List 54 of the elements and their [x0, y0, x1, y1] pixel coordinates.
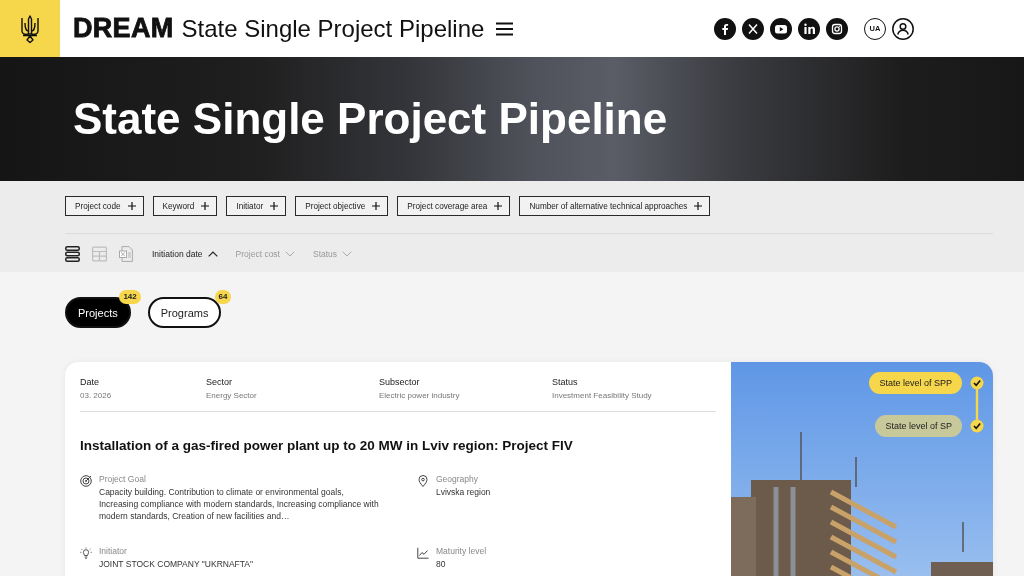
- facebook-icon[interactable]: [714, 17, 736, 40]
- level-pill: State level of SP: [875, 415, 962, 437]
- meta-label: Date: [80, 377, 100, 388]
- plus-icon: [201, 202, 210, 210]
- meta-label: Subsector: [379, 377, 421, 388]
- trident-icon: [20, 13, 40, 44]
- meta-value: Investment Feasibility Study: [552, 390, 653, 401]
- project-title[interactable]: Installation of a gas-fired power plant up to 20 MW in Lviv region: Project FIV: [80, 438, 716, 454]
- filter-button[interactable]: Initiator: [226, 196, 287, 216]
- meta-label: Sector: [206, 377, 233, 388]
- detail-label: Initiator: [99, 546, 128, 557]
- detail-value: 80: [436, 558, 447, 570]
- lightbulb-icon: [80, 547, 92, 559]
- logo-tile[interactable]: [0, 0, 60, 57]
- target-icon: [80, 475, 92, 487]
- video-play-icon[interactable]: [770, 17, 792, 40]
- chevron-up-icon: [207, 251, 218, 257]
- detail-label: Geography: [436, 474, 480, 485]
- project-card[interactable]: [65, 362, 731, 576]
- user-icon[interactable]: [892, 17, 914, 40]
- line-chart-icon: [417, 547, 429, 559]
- meta-value: 03. 2026: [80, 390, 113, 401]
- chevron-down-icon: [285, 251, 295, 257]
- meta-value: Energy Sector: [206, 390, 258, 401]
- plus-icon: [127, 202, 136, 210]
- meta-label: Status: [552, 377, 579, 388]
- location-pin-icon: [417, 475, 429, 487]
- site-title[interactable]: State Single Project Pipeline: [181, 14, 485, 43]
- plus-icon: [372, 202, 381, 210]
- detail-value: Capacity building. Contribution to climate or environmental goals, Increasing compliance with modern standards, Increasing compliance with modern standards, Creation of new facilities and…: [99, 486, 380, 522]
- plus-icon: [270, 202, 279, 210]
- detail-value: JOINT STOCK COMPANY "UKRNAFTA": [99, 558, 254, 570]
- count-badge: 142: [119, 290, 141, 304]
- chevron-down-icon: [342, 251, 353, 257]
- filter-button[interactable]: Keyword: [152, 196, 218, 216]
- brand-logo-text[interactable]: DREAM: [73, 13, 174, 44]
- level-pill: State level of SPP: [869, 372, 962, 394]
- filter-button[interactable]: Project code: [65, 196, 144, 216]
- menu-icon[interactable]: [496, 21, 514, 36]
- count-badge: 64: [214, 290, 232, 304]
- plus-icon: [494, 202, 503, 210]
- hero-title: State Single Project Pipeline: [73, 94, 668, 144]
- detail-label: Maturity level: [436, 546, 487, 557]
- filter-button[interactable]: Number of alternative technical approaches: [519, 196, 711, 216]
- sort-button[interactable]: Initiation date: [152, 249, 218, 259]
- filter-button[interactable]: Project coverage area: [397, 196, 511, 216]
- linkedin-icon[interactable]: [798, 17, 820, 40]
- list-view-icon[interactable]: [65, 246, 80, 262]
- plus-icon: [694, 202, 703, 210]
- detail-value: Lvivska region: [436, 486, 491, 498]
- x-logo-icon[interactable]: [742, 17, 764, 40]
- detail-label: Project Goal: [99, 474, 147, 485]
- meta-value: Electric power industry: [379, 390, 461, 401]
- filter-button[interactable]: Project objective: [295, 196, 389, 216]
